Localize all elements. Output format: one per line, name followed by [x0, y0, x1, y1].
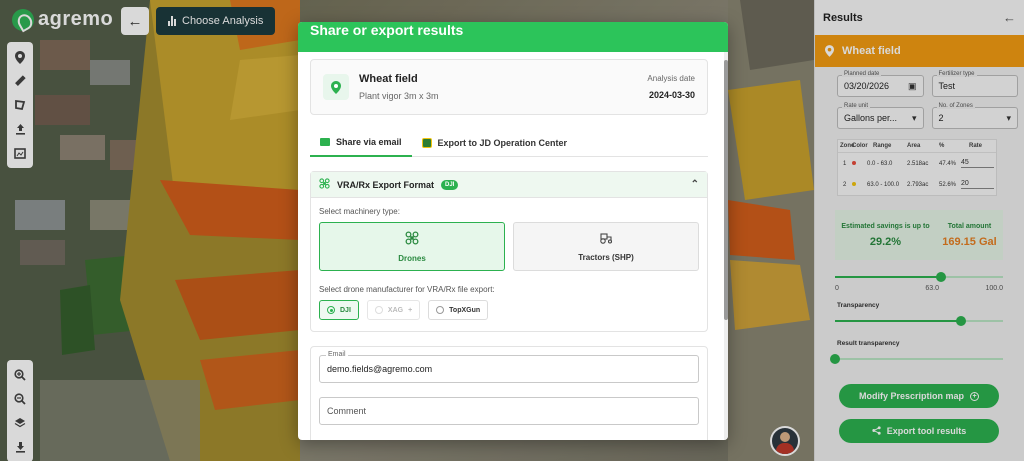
mail-icon: [320, 138, 330, 146]
plus-icon: +: [408, 306, 413, 314]
vra-export-title: VRA/Rx Export Format: [337, 179, 435, 190]
drones-label: Drones: [398, 253, 426, 263]
drone-icon: [319, 178, 330, 191]
radio-icon: [374, 306, 383, 314]
comment-input[interactable]: [320, 398, 698, 424]
field-subtitle: Plant vigor 3m x 3m: [359, 91, 439, 101]
machinery-option-tractors[interactable]: Tractors (SHP): [513, 222, 699, 271]
manufacturer-dji-label: DJI: [340, 306, 351, 314]
machinery-type-label: Select machinery type:: [319, 207, 400, 216]
comment-field[interactable]: [319, 397, 699, 425]
vra-export-section: VRA/Rx Export Format DJI ⌃ Select machin…: [310, 171, 708, 332]
field-name: Wheat field: [359, 73, 418, 85]
field-summary-card: Wheat field Plant vigor 3m x 3m Analysis…: [310, 59, 708, 115]
john-deere-icon: [421, 138, 432, 148]
manufacturer-xag-label: XAG: [387, 306, 404, 314]
manufacturer-option-dji[interactable]: DJI: [319, 300, 359, 320]
tab-share-email-label: Share via email: [336, 137, 402, 147]
manufacturer-topxgun-label: TopXGun: [449, 306, 481, 314]
vra-export-header[interactable]: VRA/Rx Export Format DJI ⌃: [311, 172, 707, 198]
modal-body: Wheat field Plant vigor 3m x 3m Analysis…: [298, 52, 724, 440]
email-input[interactable]: [320, 356, 698, 382]
analysis-date-value: 2024-03-30: [648, 90, 695, 100]
email-label: Email: [326, 351, 348, 358]
manufacturer-option-topxgun[interactable]: TopXGun: [428, 300, 489, 320]
tab-export-jd-label: Export to JD Operation Center: [437, 138, 568, 148]
email-field[interactable]: Email: [319, 351, 699, 383]
modal-tabs: Share via email Export to JD Operation C…: [310, 129, 708, 157]
drone-icon: [405, 231, 419, 247]
tractors-label: Tractors (SHP): [578, 252, 634, 262]
tab-export-jd[interactable]: Export to JD Operation Center: [412, 129, 578, 157]
tractor-icon: [599, 232, 613, 246]
share-export-modal: Share or export results Wheat field Plan…: [298, 22, 728, 440]
radio-icon: [436, 306, 445, 314]
machinery-option-drones[interactable]: Drones: [319, 222, 505, 271]
manufacturer-option-xag[interactable]: XAG +: [366, 300, 421, 320]
modal-scrollbar-thumb[interactable]: [724, 60, 728, 320]
modal-title: Share or export results: [310, 22, 464, 38]
manufacturer-options: DJI XAG + TopXGun: [319, 300, 699, 320]
chevron-up-icon[interactable]: ⌃: [691, 179, 699, 190]
email-section: Email: [310, 346, 708, 440]
manufacturer-label: Select drone manufacturer for VRA/Rx fil…: [319, 285, 495, 294]
modal-header: Share or export results: [298, 22, 728, 52]
radio-selected-icon: [327, 306, 335, 314]
tab-share-email[interactable]: Share via email: [310, 129, 412, 157]
format-badge: DJI: [441, 179, 459, 190]
location-pin-icon: [323, 74, 349, 100]
analysis-date-label: Analysis date: [647, 74, 695, 83]
